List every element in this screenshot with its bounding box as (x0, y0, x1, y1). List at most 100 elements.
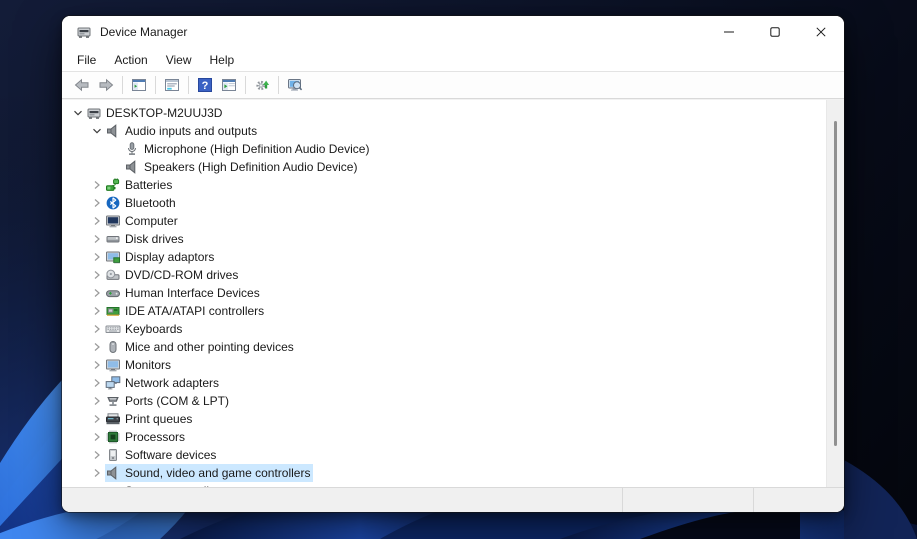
title-bar[interactable]: Device Manager (62, 16, 844, 48)
tree-item-label: Ports (COM & LPT) (125, 393, 230, 408)
tree-item-body[interactable]: DESKTOP-M2UUJ3D (86, 104, 225, 122)
tree-item-body[interactable]: Batteries (105, 176, 175, 194)
tree-item[interactable]: DVD/CD-ROM drives (62, 266, 827, 284)
tree-item-body[interactable]: Print queues (105, 410, 195, 428)
toolbar-separator (188, 76, 189, 94)
tree-item[interactable]: Ports (COM & LPT) (62, 392, 827, 410)
tree-item-body[interactable]: Speakers (High Definition Audio Device) (124, 158, 360, 176)
tree-item-body[interactable]: Computer (105, 212, 181, 230)
tree-item[interactable]: Network adapters (62, 374, 827, 392)
tree-item-body[interactable]: IDE ATA/ATAPI controllers (105, 302, 267, 320)
menu-item-action[interactable]: Action (105, 50, 156, 70)
chevron-collapsed-icon[interactable] (89, 285, 105, 301)
tree-item-body[interactable]: Ports (COM & LPT) (105, 392, 232, 410)
chevron-collapsed-icon[interactable] (89, 357, 105, 373)
computer-root-icon (86, 105, 102, 121)
tree-item-label: Storage controllers (124, 483, 229, 488)
tree-item[interactable]: Mice and other pointing devices (62, 338, 827, 356)
tree-item-body[interactable]: Sound, video and game controllers (105, 464, 314, 482)
tree-item[interactable]: IDE ATA/ATAPI controllers (62, 302, 827, 320)
tree-item[interactable]: Display adaptors (62, 248, 827, 266)
chevron-collapsed-icon[interactable] (89, 447, 105, 463)
chevron-collapsed-icon[interactable] (89, 267, 105, 283)
maximize-button[interactable] (752, 16, 798, 48)
vertical-scrollbar[interactable] (826, 100, 844, 487)
tree-item-label: Keyboards (125, 321, 183, 336)
tree-item[interactable]: Audio inputs and outputs (62, 122, 827, 140)
tree-item[interactable]: Sound, video and game controllers (62, 464, 827, 482)
toolbar-separator (278, 76, 279, 94)
chevron-collapsed-icon[interactable] (89, 249, 105, 265)
tree-item-label: Software devices (125, 447, 217, 462)
tree-item[interactable]: Speakers (High Definition Audio Device) (62, 158, 827, 176)
chevron-collapsed-icon[interactable] (89, 411, 105, 427)
chevron-collapsed-icon[interactable] (89, 321, 105, 337)
chevron-collapsed-icon[interactable] (89, 213, 105, 229)
chevron-collapsed-icon[interactable] (89, 339, 105, 355)
tree-item-body[interactable]: Storage controllers (105, 482, 229, 488)
device-manager-window: Device Manager File Action View Help ? DESK… (62, 16, 844, 512)
status-cell (622, 488, 753, 512)
console-tree-icon (131, 77, 147, 93)
chevron-expanded-icon[interactable] (89, 123, 105, 139)
console-tree-toolbar-button[interactable] (127, 74, 151, 96)
scrollbar-thumb[interactable] (834, 121, 837, 446)
tree-item-body[interactable]: Mice and other pointing devices (105, 338, 297, 356)
minimize-button[interactable] (706, 16, 752, 48)
tree-item-body[interactable]: DVD/CD-ROM drives (105, 266, 241, 284)
tree-item-body[interactable]: Processors (105, 428, 188, 446)
update-driver-toolbar-button[interactable] (250, 74, 274, 96)
chevron-collapsed-icon[interactable] (89, 483, 105, 487)
tree-item-body[interactable]: Disk drives (105, 230, 187, 248)
action-pane-toolbar-button[interactable] (217, 74, 241, 96)
scan-hardware-toolbar-button[interactable] (283, 74, 307, 96)
tree-item[interactable]: Batteries (62, 176, 827, 194)
tree-item[interactable]: Software devices (62, 446, 827, 464)
tree-item-body[interactable]: Keyboards (105, 320, 185, 338)
chevron-collapsed-icon[interactable] (89, 429, 105, 445)
back-toolbar-button[interactable] (70, 74, 94, 96)
tree-item[interactable]: Monitors (62, 356, 827, 374)
tree-item[interactable]: Microphone (High Definition Audio Device… (62, 140, 827, 158)
toolbar-separator (245, 76, 246, 94)
properties-toolbar-button[interactable] (160, 74, 184, 96)
help-toolbar-button[interactable]: ? (193, 74, 217, 96)
tree-item-body[interactable]: Microphone (High Definition Audio Device… (124, 140, 372, 158)
speaker-icon (124, 159, 140, 175)
tree-item[interactable]: Processors (62, 428, 827, 446)
tree-item[interactable]: Keyboards (62, 320, 827, 338)
close-button[interactable] (798, 16, 844, 48)
tree-item-body[interactable]: Network adapters (105, 374, 222, 392)
chevron-collapsed-icon[interactable] (89, 195, 105, 211)
battery-icon (105, 177, 121, 193)
tree-item-body[interactable]: Monitors (105, 356, 174, 374)
tree-item[interactable]: Bluetooth (62, 194, 827, 212)
menu-bar: File Action View Help (62, 48, 844, 71)
tree-item[interactable]: Print queues (62, 410, 827, 428)
menu-item-file[interactable]: File (68, 50, 105, 70)
tree-item-body[interactable]: Human Interface Devices (105, 284, 263, 302)
chevron-collapsed-icon[interactable] (89, 393, 105, 409)
tree-item-body[interactable]: Audio inputs and outputs (105, 122, 260, 140)
tree-item-body[interactable]: Display adaptors (105, 248, 217, 266)
chevron-collapsed-icon[interactable] (89, 177, 105, 193)
tree-item-body[interactable]: Bluetooth (105, 194, 179, 212)
tree-item[interactable]: Disk drives (62, 230, 827, 248)
forward-toolbar-button[interactable] (94, 74, 118, 96)
ide-icon (105, 303, 121, 319)
menu-item-help[interactable]: Help (201, 50, 244, 70)
tree-item[interactable]: Human Interface Devices (62, 284, 827, 302)
chevron-collapsed-icon[interactable] (89, 303, 105, 319)
computer-icon (105, 213, 121, 229)
chevron-collapsed-icon[interactable] (89, 231, 105, 247)
tree-item[interactable]: Computer (62, 212, 827, 230)
menu-item-view[interactable]: View (157, 50, 201, 70)
chevron-collapsed-icon[interactable] (89, 465, 105, 481)
chevron-expanded-icon[interactable] (70, 105, 86, 121)
chevron-collapsed-icon[interactable] (89, 375, 105, 391)
status-bar (62, 487, 844, 512)
tree-item[interactable]: Storage controllers (62, 482, 827, 488)
tree-item-body[interactable]: Software devices (105, 446, 219, 464)
tree-item[interactable]: DESKTOP-M2UUJ3D (62, 104, 827, 122)
tree-item-label: DESKTOP-M2UUJ3D (106, 105, 223, 120)
